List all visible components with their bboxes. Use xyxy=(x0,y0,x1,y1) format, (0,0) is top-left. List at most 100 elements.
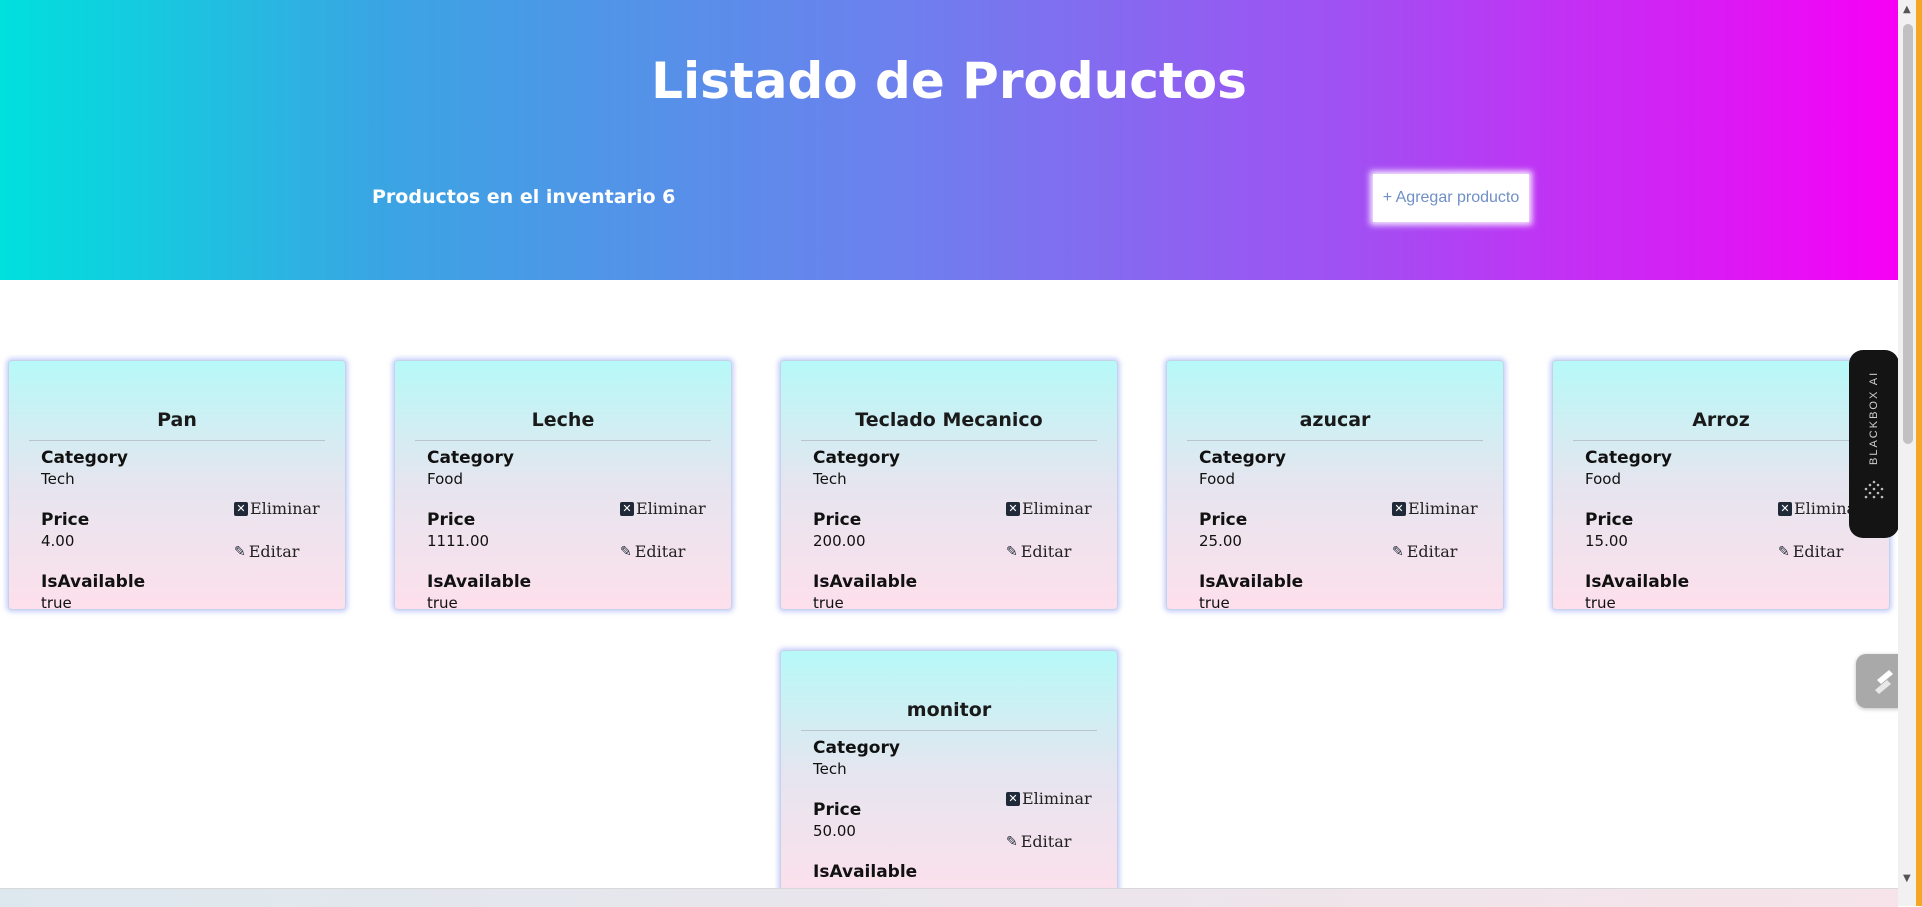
price-value: 25.00 xyxy=(1199,532,1242,550)
product-name: Teclado Mecanico xyxy=(855,409,1043,431)
product-card: Teclado Mecanico Category Tech Price 200… xyxy=(780,360,1118,610)
product-card: monitor Category Tech Price 50.00 IsAvai… xyxy=(780,650,1118,900)
scroll-down-icon[interactable]: ▼ xyxy=(1903,873,1911,884)
is-available-label: IsAvailable xyxy=(813,572,918,592)
category-label: Category xyxy=(41,448,128,468)
pencil-icon: ✎ xyxy=(1006,833,1018,850)
category-value: Tech xyxy=(813,470,847,488)
product-name: Arroz xyxy=(1692,409,1750,431)
divider xyxy=(1573,440,1869,441)
add-product-button[interactable]: + Agregar producto xyxy=(1373,174,1529,222)
price-label: Price xyxy=(41,510,90,530)
is-available-label: IsAvailable xyxy=(1585,572,1690,592)
is-available-value: true xyxy=(1199,594,1230,610)
product-card: azucar Category Food Price 25.00 IsAvail… xyxy=(1166,360,1504,610)
divider xyxy=(29,440,325,441)
is-available-value: true xyxy=(1585,594,1616,610)
price-label: Price xyxy=(427,510,476,530)
category-label: Category xyxy=(1585,448,1672,468)
is-available-label: IsAvailable xyxy=(41,572,146,592)
pencil-icon: ✎ xyxy=(1006,543,1018,560)
close-box-icon: ✕ xyxy=(620,501,634,516)
divider xyxy=(1187,440,1483,441)
category-label: Category xyxy=(427,448,514,468)
edit-label: Editar xyxy=(248,542,300,561)
category-label: Category xyxy=(813,448,900,468)
edit-label: Editar xyxy=(1792,542,1844,561)
is-available-label: IsAvailable xyxy=(427,572,532,592)
page-title: Listado de Productos xyxy=(651,52,1247,110)
inventory-count: Productos en el inventario 6 xyxy=(372,186,676,208)
price-label: Price xyxy=(813,800,862,820)
close-box-icon: ✕ xyxy=(1778,501,1792,516)
product-card: Leche Category Food Price 1111.00 IsAvai… xyxy=(394,360,732,610)
is-available-label: IsAvailable xyxy=(1199,572,1304,592)
pencil-icon: ✎ xyxy=(1392,543,1404,560)
product-name: Pan xyxy=(157,409,197,431)
edit-label: Editar xyxy=(1406,542,1458,561)
category-label: Category xyxy=(1199,448,1286,468)
delete-button[interactable]: ✕ Eliminar xyxy=(1392,499,1478,518)
edit-label: Editar xyxy=(1020,542,1072,561)
pencil-icon: ✎ xyxy=(1778,543,1790,560)
is-available-value: true xyxy=(41,594,72,610)
close-box-icon: ✕ xyxy=(1392,501,1406,516)
edit-button[interactable]: ✎ Editar xyxy=(1006,832,1071,851)
vertical-scrollbar[interactable]: ▲ ▼ xyxy=(1898,0,1922,906)
divider xyxy=(801,730,1097,731)
close-box-icon: ✕ xyxy=(1006,791,1020,806)
edit-button[interactable]: ✎ Editar xyxy=(1006,542,1071,561)
scrollbar-thumb[interactable] xyxy=(1903,24,1913,444)
taskbar xyxy=(0,888,1898,907)
delete-button[interactable]: ✕ Eliminar xyxy=(1006,499,1092,518)
blackbox-logo-icon xyxy=(1864,480,1884,499)
delete-label: Eliminar xyxy=(1408,499,1478,518)
is-available-label: IsAvailable xyxy=(813,862,918,882)
delete-button[interactable]: ✕ Eliminar xyxy=(1006,789,1092,808)
blackbox-ai-label: BLACKBOX AI xyxy=(1868,370,1880,466)
divider xyxy=(801,440,1097,441)
product-card: Arroz Category Food Price 15.00 IsAvaila… xyxy=(1552,360,1890,610)
pencil-icon: ✎ xyxy=(620,543,632,560)
product-name: azucar xyxy=(1299,409,1371,431)
delete-label: Eliminar xyxy=(1022,789,1092,808)
category-value: Food xyxy=(427,470,463,488)
close-box-icon: ✕ xyxy=(234,501,248,516)
price-value: 4.00 xyxy=(41,532,75,550)
category-value: Food xyxy=(1199,470,1235,488)
price-value: 1111.00 xyxy=(427,532,490,550)
divider xyxy=(415,440,711,441)
category-value: Tech xyxy=(41,470,75,488)
price-label: Price xyxy=(1585,510,1634,530)
delete-button[interactable]: ✕ Eliminar xyxy=(620,499,706,518)
edit-button[interactable]: ✎ Editar xyxy=(1778,542,1843,561)
product-name: Leche xyxy=(531,409,595,431)
price-value: 15.00 xyxy=(1585,532,1628,550)
edit-button[interactable]: ✎ Editar xyxy=(234,542,299,561)
edit-label: Editar xyxy=(634,542,686,561)
is-available-value: true xyxy=(813,594,844,610)
close-box-icon: ✕ xyxy=(1006,501,1020,516)
edit-button[interactable]: ✎ Editar xyxy=(620,542,685,561)
price-value: 200.00 xyxy=(813,532,866,550)
blackbox-ai-widget[interactable]: BLACKBOX AI xyxy=(1849,350,1899,538)
delete-label: Eliminar xyxy=(1022,499,1092,518)
delete-button[interactable]: ✕ Eliminar xyxy=(234,499,320,518)
page-header: Listado de Productos Productos en el inv… xyxy=(0,0,1898,280)
product-name: monitor xyxy=(906,699,992,721)
category-value: Food xyxy=(1585,470,1621,488)
price-label: Price xyxy=(813,510,862,530)
category-label: Category xyxy=(813,738,900,758)
edit-label: Editar xyxy=(1020,832,1072,851)
delete-label: Eliminar xyxy=(250,499,320,518)
edit-button[interactable]: ✎ Editar xyxy=(1392,542,1457,561)
brush-icon xyxy=(1875,670,1893,694)
scroll-up-icon[interactable]: ▲ xyxy=(1903,4,1911,15)
price-label: Price xyxy=(1199,510,1248,530)
window-edge xyxy=(1916,0,1922,906)
delete-label: Eliminar xyxy=(636,499,706,518)
product-card: Pan Category Tech Price 4.00 IsAvailable… xyxy=(8,360,346,610)
is-available-value: true xyxy=(427,594,458,610)
price-value: 50.00 xyxy=(813,822,856,840)
category-value: Tech xyxy=(813,760,847,778)
